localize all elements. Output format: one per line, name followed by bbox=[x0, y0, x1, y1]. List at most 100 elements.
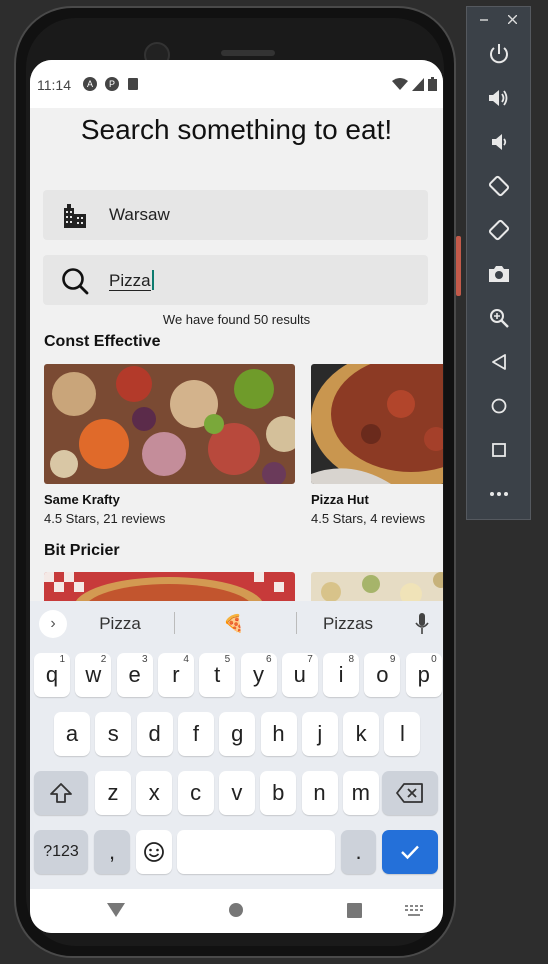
screenshot-button[interactable] bbox=[467, 252, 530, 296]
search-input[interactable]: Pizza bbox=[109, 270, 154, 291]
key-c[interactable]: c bbox=[177, 771, 214, 815]
rotate-left-button[interactable] bbox=[467, 164, 530, 208]
volume-up-button[interactable] bbox=[467, 76, 530, 120]
emoji-key[interactable] bbox=[136, 830, 172, 874]
key-f[interactable]: f bbox=[177, 712, 214, 756]
key-p[interactable]: p0 bbox=[405, 653, 442, 697]
key-q[interactable]: q1 bbox=[34, 653, 70, 697]
suggestion-strip: › Pizza 🍕 Pizzas bbox=[30, 601, 443, 645]
results-count: We have found 50 results bbox=[162, 312, 311, 327]
pizza-photo bbox=[44, 572, 295, 602]
zoom-button[interactable] bbox=[467, 296, 530, 340]
mic-icon[interactable] bbox=[415, 613, 429, 635]
suggestion-item[interactable]: 🍕 bbox=[184, 614, 284, 634]
notification-p-icon: P bbox=[105, 77, 119, 91]
key-b[interactable]: b bbox=[260, 771, 297, 815]
symbols-key[interactable]: ?123 bbox=[34, 830, 88, 874]
back-nav-icon[interactable] bbox=[107, 903, 125, 917]
comma-key[interactable]: , bbox=[94, 830, 130, 874]
shift-icon bbox=[50, 783, 72, 803]
key-label: v bbox=[231, 780, 243, 805]
shift-key[interactable] bbox=[34, 771, 88, 815]
restaurant-image-pizza-hut[interactable] bbox=[311, 364, 443, 484]
key-l[interactable]: l bbox=[384, 712, 421, 756]
more-icon bbox=[489, 492, 508, 496]
key-o[interactable]: o9 bbox=[364, 653, 401, 697]
restaurant-image[interactable] bbox=[44, 572, 295, 602]
search-field[interactable]: Pizza bbox=[43, 255, 428, 305]
key-j[interactable]: j bbox=[301, 712, 338, 756]
key-m[interactable]: m bbox=[342, 771, 379, 815]
back-icon bbox=[491, 354, 506, 370]
key-label: y bbox=[253, 662, 264, 687]
home-button[interactable] bbox=[467, 384, 530, 428]
key-label: t bbox=[214, 662, 221, 687]
key-hint: 0 bbox=[431, 654, 437, 665]
key-label: x bbox=[148, 780, 160, 805]
close-icon[interactable] bbox=[508, 15, 517, 24]
key-label: k bbox=[355, 721, 367, 746]
key-g[interactable]: g bbox=[219, 712, 256, 756]
enter-key[interactable] bbox=[382, 830, 438, 874]
key-z[interactable]: z bbox=[95, 771, 131, 815]
key-i[interactable]: i8 bbox=[323, 653, 360, 697]
key-hint: 2 bbox=[100, 654, 107, 665]
suggestion-divider bbox=[296, 612, 297, 634]
key-n[interactable]: n bbox=[301, 771, 338, 815]
key-a[interactable]: a bbox=[54, 712, 90, 756]
key-d[interactable]: d bbox=[136, 712, 173, 756]
key-r[interactable]: r4 bbox=[157, 653, 194, 697]
back-button[interactable] bbox=[467, 340, 530, 384]
key-w[interactable]: w2 bbox=[75, 653, 112, 697]
suggestion-item[interactable]: Pizza bbox=[70, 614, 170, 634]
home-nav-icon[interactable] bbox=[228, 902, 244, 918]
key-k[interactable]: k bbox=[343, 712, 380, 756]
key-label: m bbox=[351, 780, 370, 805]
space-key[interactable] bbox=[177, 830, 335, 874]
key-y[interactable]: y6 bbox=[240, 653, 277, 697]
key-v[interactable]: v bbox=[218, 771, 255, 815]
key-u[interactable]: u7 bbox=[281, 653, 318, 697]
minimize-icon[interactable] bbox=[480, 16, 488, 24]
card-name: Pizza Hut bbox=[311, 492, 369, 507]
key-label: n bbox=[313, 780, 326, 805]
power-button[interactable] bbox=[467, 32, 530, 76]
suggestion-expand-button[interactable]: › bbox=[39, 610, 67, 638]
key-x[interactable]: x bbox=[136, 771, 173, 815]
key-t[interactable]: t5 bbox=[199, 653, 236, 697]
status-bar: 11:14 A P bbox=[30, 60, 443, 108]
key-s[interactable]: s bbox=[95, 712, 132, 756]
restaurant-image-same-krafty[interactable] bbox=[44, 364, 295, 484]
volume-down-button[interactable] bbox=[467, 120, 530, 164]
pizza-photo bbox=[44, 364, 295, 484]
card-rating: 4.5 Stars, 21 reviews bbox=[44, 511, 166, 526]
period-key[interactable]: . bbox=[341, 830, 376, 874]
backspace-key[interactable] bbox=[382, 771, 438, 815]
location-field[interactable]: Warsaw bbox=[43, 190, 428, 240]
more-button[interactable] bbox=[467, 472, 530, 516]
key-label: o bbox=[376, 662, 389, 687]
key-hint: 8 bbox=[348, 654, 355, 665]
key-e[interactable]: e3 bbox=[116, 653, 153, 697]
search-input-text: Pizza bbox=[109, 271, 151, 291]
wifi-icon bbox=[392, 78, 408, 90]
phone-side-button[interactable] bbox=[456, 236, 461, 296]
backspace-icon bbox=[396, 783, 423, 803]
rotate-right-button[interactable] bbox=[467, 208, 530, 252]
key-label: e bbox=[128, 662, 141, 687]
pizza-photo bbox=[311, 572, 443, 602]
keyboard-switch-icon[interactable] bbox=[405, 905, 423, 917]
overview-button[interactable] bbox=[467, 428, 530, 472]
status-indicators bbox=[392, 77, 437, 91]
emulator-toolbar bbox=[466, 6, 531, 520]
card-rating: 4.5 Stars, 4 reviews bbox=[311, 511, 426, 526]
key-h[interactable]: h bbox=[260, 712, 297, 756]
navigation-bar bbox=[30, 889, 443, 933]
key-label: w bbox=[85, 662, 102, 687]
suggestion-item[interactable]: Pizzas bbox=[298, 614, 398, 634]
overview-nav-icon[interactable] bbox=[347, 903, 362, 918]
key-label: p bbox=[417, 662, 430, 687]
power-icon bbox=[489, 44, 508, 64]
restaurant-image[interactable] bbox=[311, 572, 443, 602]
earpiece-speaker bbox=[221, 50, 275, 56]
